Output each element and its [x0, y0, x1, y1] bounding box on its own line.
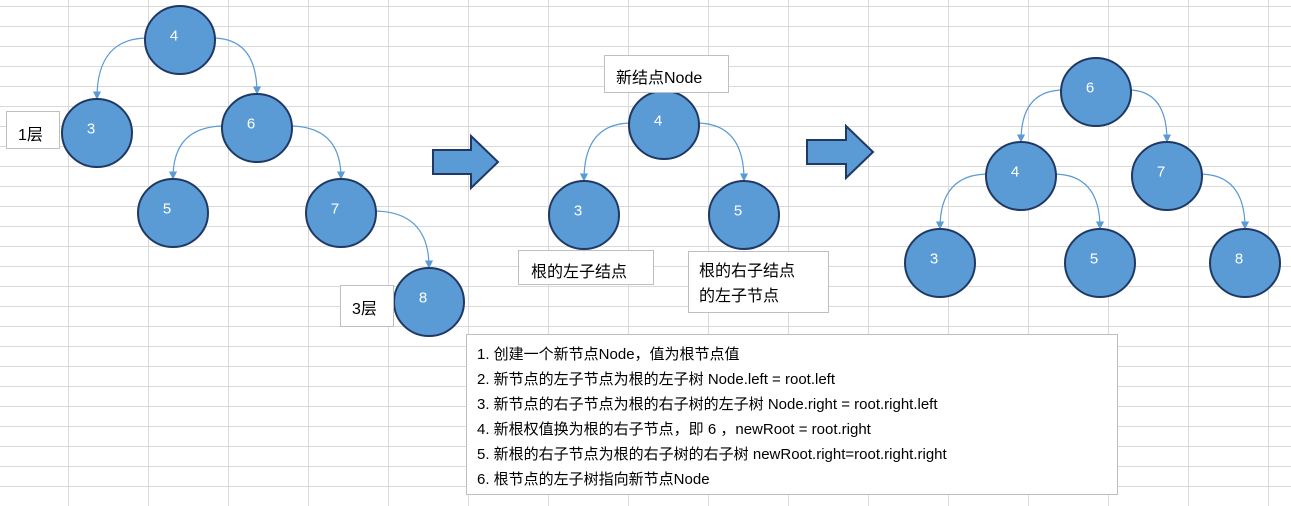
result-node-3: 3 [904, 228, 976, 298]
layer3-text: 3层 [352, 301, 377, 318]
result-node-6: 6 [1060, 57, 1132, 127]
original-node-7-label: 7 [331, 201, 339, 218]
middle-node-5: 5 [708, 180, 780, 250]
result-edge-r4-r3 [935, 173, 989, 230]
original-node-8-label: 8 [419, 290, 427, 307]
middle-node-4: 4 [628, 90, 700, 160]
original-edge-o6-o7 [289, 125, 346, 180]
result-node-5-circle [1064, 228, 1136, 298]
layer1-text: 1层 [18, 127, 43, 144]
result-node-4-circle [985, 141, 1057, 211]
middle-node-3-label: 3 [574, 203, 582, 220]
original-node-8: 8 [393, 267, 465, 337]
step-3: 3. 新节点的右子节点为根的右子树的左子树 Node.right = root.… [477, 396, 938, 413]
result-node-7-label: 7 [1157, 164, 1165, 181]
result-node-3-circle [904, 228, 976, 298]
result-node-8-label: 8 [1235, 251, 1243, 268]
step-4: 4. 新根权值换为根的右子节点，即 6 ，newRoot = root.righ… [477, 421, 871, 438]
root-left-label: 根的左子结点 [518, 250, 654, 285]
transition-arrow-1 [432, 133, 500, 191]
original-node-6: 6 [221, 93, 293, 163]
middle-node-3: 3 [548, 180, 620, 250]
result-node-8-circle [1209, 228, 1281, 298]
original-edge-o4-o3 [92, 37, 148, 100]
middle-node-3-circle [548, 180, 620, 250]
result-node-5-label: 5 [1090, 251, 1098, 268]
result-node-4-label: 4 [1011, 164, 1019, 181]
result-edge-r4-r5 [1053, 173, 1105, 230]
middle-node-5-circle [708, 180, 780, 250]
original-node-6-label: 6 [247, 116, 255, 133]
result-edge-r7-r8 [1199, 173, 1250, 230]
root-right-left-line1: 根的右子结点 [699, 263, 796, 280]
original-node-5-circle [137, 178, 209, 248]
original-node-4-label: 4 [170, 28, 178, 45]
result-node-8: 8 [1209, 228, 1281, 298]
step-6: 6. 根节点的左子树指向新节点Node [477, 471, 710, 488]
result-node-4: 4 [985, 141, 1057, 211]
new-node-text: 新结点Node [616, 70, 703, 87]
original-node-3: 3 [61, 98, 133, 168]
original-edge-o7-o8 [373, 210, 434, 269]
middle-node-4-label: 4 [654, 113, 662, 130]
result-node-6-label: 6 [1086, 80, 1094, 97]
original-edge-o4-o6 [212, 37, 262, 95]
original-edge-o6-o5 [168, 125, 225, 180]
middle-node-5-label: 5 [734, 203, 742, 220]
result-node-5: 5 [1064, 228, 1136, 298]
result-node-7: 7 [1131, 141, 1203, 211]
step-5: 5. 新根的右子节点为根的右子树的右子树 newRoot.right=root.… [477, 446, 947, 463]
original-node-3-circle [61, 98, 133, 168]
transition-arrow-2 [806, 123, 875, 181]
steps-note: 1. 创建一个新节点Node，值为根节点值 2. 新节点的左子节点为根的左子树 … [466, 334, 1118, 495]
original-node-3-label: 3 [87, 121, 95, 138]
result-edge-r6-r4 [1016, 89, 1064, 143]
layer1-label: 1层 [6, 111, 60, 149]
result-node-7-circle [1131, 141, 1203, 211]
step-2: 2. 新节点的左子节点为根的左子树 Node.left = root.left [477, 371, 836, 388]
root-right-left-label: 根的右子结点 的左子节点 [688, 251, 829, 313]
original-node-5: 5 [137, 178, 209, 248]
middle-edge-m4-m5 [696, 122, 749, 182]
original-node-4-circle [144, 5, 216, 75]
original-node-7: 7 [305, 178, 377, 248]
middle-node-4-circle [628, 90, 700, 160]
original-node-8-circle [393, 267, 465, 337]
result-edge-r6-r7 [1128, 89, 1172, 143]
layer3-label: 3层 [340, 285, 394, 327]
root-left-text: 根的左子结点 [531, 264, 628, 281]
original-node-6-circle [221, 93, 293, 163]
result-node-6-circle [1060, 57, 1132, 127]
result-node-3-label: 3 [930, 251, 938, 268]
new-node-label: 新结点Node [604, 55, 729, 93]
original-node-7-circle [305, 178, 377, 248]
original-node-4: 4 [144, 5, 216, 75]
step-1: 1. 创建一个新节点Node，值为根节点值 [477, 346, 740, 363]
middle-edge-m4-m3 [579, 122, 632, 182]
root-right-left-line2: 的左子节点 [699, 288, 780, 305]
original-node-5-label: 5 [163, 201, 171, 218]
